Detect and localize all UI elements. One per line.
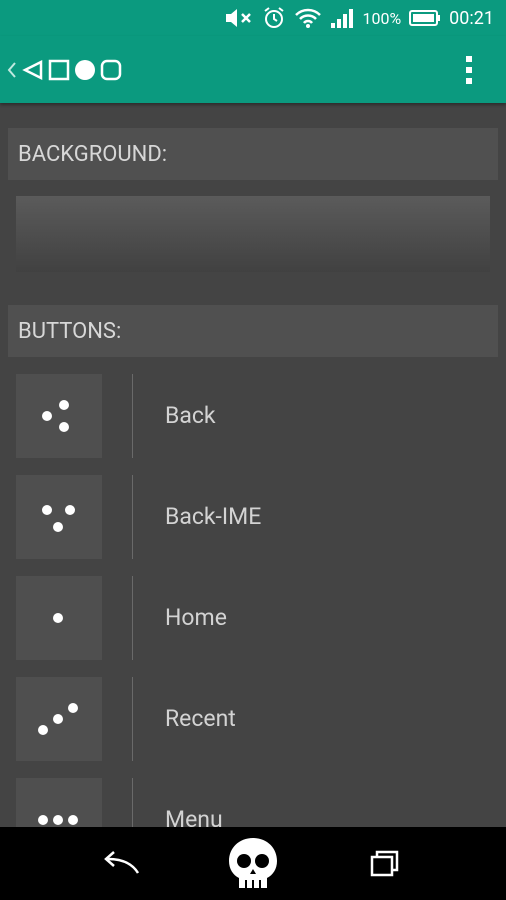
background-preview[interactable] bbox=[16, 196, 490, 272]
chevron-left-icon bbox=[7, 62, 16, 78]
rounded-square-icon bbox=[100, 59, 122, 81]
buttons-section-label: BUTTONS: bbox=[18, 318, 122, 344]
button-row-home[interactable]: Home bbox=[16, 576, 490, 660]
background-section-header: BACKGROUND: bbox=[8, 128, 498, 180]
button-row-back[interactable]: Back bbox=[16, 374, 490, 458]
overflow-menu-icon[interactable] bbox=[458, 54, 480, 86]
signal-icon bbox=[331, 9, 354, 28]
app-bar bbox=[0, 36, 506, 103]
dot-home-icon[interactable] bbox=[16, 576, 102, 660]
app-logo[interactable] bbox=[6, 56, 122, 84]
row-divider bbox=[132, 374, 133, 458]
navigation-bar bbox=[0, 827, 506, 900]
square-icon bbox=[48, 59, 70, 81]
dots-recent-icon[interactable] bbox=[16, 677, 102, 761]
button-label: Home bbox=[165, 604, 227, 631]
dots-back-icon[interactable] bbox=[16, 374, 102, 458]
buttons-section-header: BUTTONS: bbox=[8, 305, 498, 357]
triangle-back-icon bbox=[22, 59, 43, 81]
button-row-back-ime[interactable]: Back-IME bbox=[16, 475, 490, 559]
button-label: Back bbox=[165, 402, 216, 429]
mute-icon bbox=[226, 9, 252, 27]
wifi-icon bbox=[295, 8, 322, 28]
clock: 00:21 bbox=[449, 7, 494, 29]
status-bar: 100% 00:21 bbox=[0, 0, 506, 36]
dots-back-ime-icon[interactable] bbox=[16, 475, 102, 559]
row-divider bbox=[132, 677, 133, 761]
battery-icon bbox=[409, 10, 441, 26]
skull-home-icon[interactable] bbox=[226, 836, 280, 892]
battery-percent: 100% bbox=[362, 8, 402, 28]
status-icons: 100% 00:21 bbox=[224, 6, 494, 30]
circle-icon bbox=[75, 60, 95, 80]
back-arrow-icon[interactable] bbox=[102, 849, 140, 879]
button-label: Recent bbox=[165, 705, 236, 732]
recent-apps-icon[interactable] bbox=[368, 849, 400, 879]
alarm-icon bbox=[264, 7, 285, 28]
row-divider bbox=[132, 576, 133, 660]
row-divider bbox=[132, 475, 133, 559]
button-row-recent[interactable]: Recent bbox=[16, 677, 490, 761]
button-label: Back-IME bbox=[165, 503, 262, 530]
background-section-label: BACKGROUND: bbox=[18, 141, 168, 167]
